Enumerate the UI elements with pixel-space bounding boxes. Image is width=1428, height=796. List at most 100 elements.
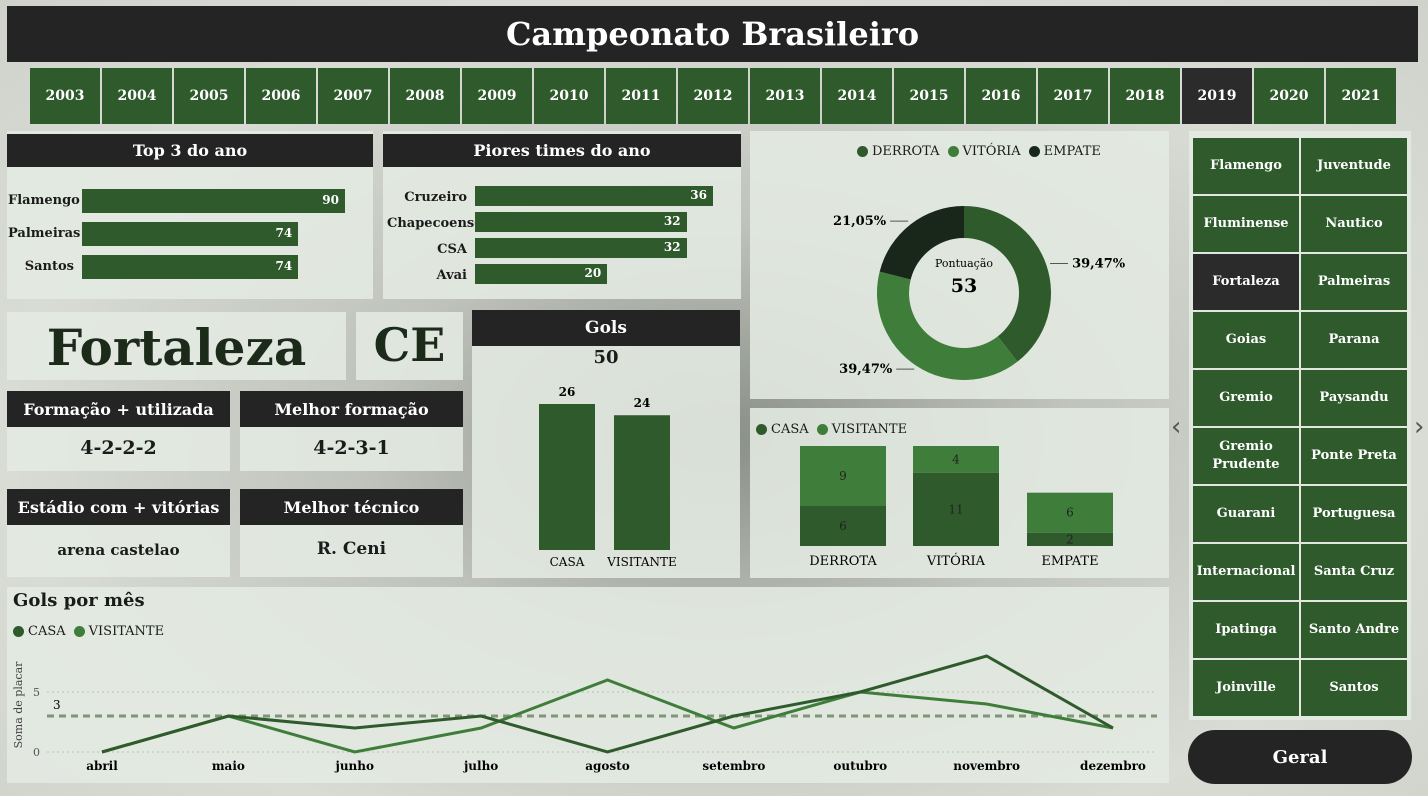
year-selector: 2003 2004 2005 2006 2007 2008 2009 2010 2011 2012… [30, 68, 1396, 124]
monthly-y-tick: 5 [33, 686, 40, 699]
worst-bar-value: 36 [690, 188, 707, 202]
team-button-guarani[interactable]: Guarani [1193, 486, 1299, 542]
year-button-2018[interactable]: 2018 [1110, 68, 1180, 124]
worst-title: Piores times do ano [383, 134, 741, 167]
legend-derrota: DERROTA [872, 144, 940, 159]
top3-label: Santos [24, 259, 74, 274]
geral-button[interactable]: Geral [1188, 730, 1412, 784]
team-button-nautico[interactable]: Nautico [1301, 196, 1407, 252]
melhor-formacao-title: Melhor formação [240, 391, 463, 427]
donut-center-value: 53 [951, 275, 977, 297]
legend-dot-empate [1028, 146, 1040, 157]
team-button-internacional[interactable]: Internacional [1193, 544, 1299, 600]
gols-title: Gols [472, 310, 740, 346]
year-button-2009[interactable]: 2009 [462, 68, 532, 124]
team-button-santa-cruz[interactable]: Santa Cruz [1301, 544, 1407, 600]
team-name: Fortaleza [46, 318, 307, 377]
gols-category-label: VISITANTE [606, 555, 677, 569]
estadio-value: arena castelao [57, 541, 180, 559]
results-casa-value: 11 [948, 502, 963, 516]
team-button-gremio-prudente[interactable]: Gremio Prudente [1193, 428, 1299, 484]
year-button-2008[interactable]: 2008 [390, 68, 460, 124]
gols-total: 50 [593, 347, 619, 368]
year-button-2012[interactable]: 2012 [678, 68, 748, 124]
team-button-joinville[interactable]: Joinville [1193, 660, 1299, 716]
year-button-2007[interactable]: 2007 [318, 68, 388, 124]
team-button-portuguesa[interactable]: Portuguesa [1301, 486, 1407, 542]
monthly-x-label: dezembro [1080, 759, 1146, 773]
team-button-ponte-preta[interactable]: Ponte Preta [1301, 428, 1407, 484]
team-button-palmeiras[interactable]: Palmeiras [1301, 254, 1407, 310]
year-button-2006[interactable]: 2006 [246, 68, 316, 124]
monthly-title: Gols por mês [13, 590, 145, 611]
team-button-fluminense[interactable]: Fluminense [1193, 196, 1299, 252]
legend-casa-monthly: CASA [28, 624, 66, 639]
team-button-santo-andre[interactable]: Santo Andre [1301, 602, 1407, 658]
gols-category-label: CASA [550, 555, 585, 569]
year-button-2011[interactable]: 2011 [606, 68, 676, 124]
legend-visitante: VISITANTE [831, 422, 908, 437]
team-button-juventude[interactable]: Juventude [1301, 138, 1407, 194]
monthly-x-label: setembro [702, 759, 765, 773]
monthly-ylabel: Soma de placar [12, 661, 25, 749]
year-button-2004[interactable]: 2004 [102, 68, 172, 124]
year-button-2014[interactable]: 2014 [822, 68, 892, 124]
team-button-paysandu[interactable]: Paysandu [1301, 370, 1407, 426]
results-visitante-value: 6 [1066, 506, 1074, 520]
monthly-x-label: agosto [585, 759, 629, 773]
results-casa-value: 2 [1066, 532, 1074, 546]
top3-title: Top 3 do ano [7, 134, 373, 167]
results-category-label: DERROTA [809, 554, 877, 569]
top3-bar-value: 74 [275, 259, 293, 273]
gols-bar-value: 26 [559, 385, 576, 399]
top3-bar: 90 [82, 189, 345, 213]
monthly-y-tick: 0 [33, 746, 40, 759]
year-button-2017[interactable]: 2017 [1038, 68, 1108, 124]
team-button-ipatinga[interactable]: Ipatinga [1193, 602, 1299, 658]
chevron-left-icon[interactable]: ‹ [1171, 412, 1181, 442]
gols-bar-value: 24 [634, 396, 651, 410]
legend-casa: CASA [771, 422, 809, 437]
formacao-value: 4-2-2-2 [80, 437, 157, 459]
team-button-fortaleza[interactable]: Fortaleza [1193, 254, 1299, 310]
donut-legend: DERROTA VITÓRIA EMPATE [857, 144, 1101, 159]
team-button-santos[interactable]: Santos [1301, 660, 1407, 716]
worst-label: CSA [437, 242, 467, 257]
worst-label: Avai [436, 268, 467, 283]
year-button-2020[interactable]: 2020 [1254, 68, 1324, 124]
gols-bar [539, 404, 595, 550]
year-button-2019[interactable]: 2019 [1182, 68, 1252, 124]
legend-dot-visitante [816, 424, 828, 435]
tecnico-title: Melhor técnico [240, 489, 463, 525]
legend-dot-derrota [857, 146, 868, 157]
donut-pct-label: 39,47% [1072, 256, 1126, 271]
monthly-legend: CASA VISITANTE [13, 624, 164, 639]
estadio-title: Estádio com + vitórias [7, 489, 230, 525]
donut-slice [877, 271, 1018, 380]
year-button-2016[interactable]: 2016 [966, 68, 1036, 124]
team-button-gremio[interactable]: Gremio [1193, 370, 1299, 426]
top3-bar-value: 74 [275, 226, 293, 240]
year-button-2005[interactable]: 2005 [174, 68, 244, 124]
year-button-2013[interactable]: 2013 [750, 68, 820, 124]
results-category-label: VITÓRIA [926, 552, 986, 569]
results-visitante-value: 4 [952, 452, 960, 466]
worst-label: Cruzeiro [404, 190, 467, 205]
year-button-2021[interactable]: 2021 [1326, 68, 1396, 124]
worst-bar: 36 [475, 186, 713, 206]
tecnico-value: R. Ceni [316, 539, 387, 559]
team-state: CE [373, 318, 446, 372]
legend-empate: EMPATE [1043, 144, 1101, 159]
team-button-goias[interactable]: Goias [1193, 312, 1299, 368]
team-selector: Flamengo Juventude Fluminense Nautico Fortal… [1193, 138, 1407, 716]
chevron-right-icon[interactable]: › [1414, 412, 1424, 442]
monthly-x-label: novembro [953, 759, 1020, 773]
results-chart: 6 9 DERROTA 11 4 VITÓRIA 2 6 EMPATE [800, 446, 1113, 569]
team-button-flamengo[interactable]: Flamengo [1193, 138, 1299, 194]
year-button-2015[interactable]: 2015 [894, 68, 964, 124]
dashboard-title: Campeonato Brasileiro [7, 6, 1418, 62]
year-button-2010[interactable]: 2010 [534, 68, 604, 124]
year-button-2003[interactable]: 2003 [30, 68, 100, 124]
melhor-formacao-value: 4-2-3-1 [313, 437, 390, 459]
team-button-parana[interactable]: Parana [1301, 312, 1407, 368]
